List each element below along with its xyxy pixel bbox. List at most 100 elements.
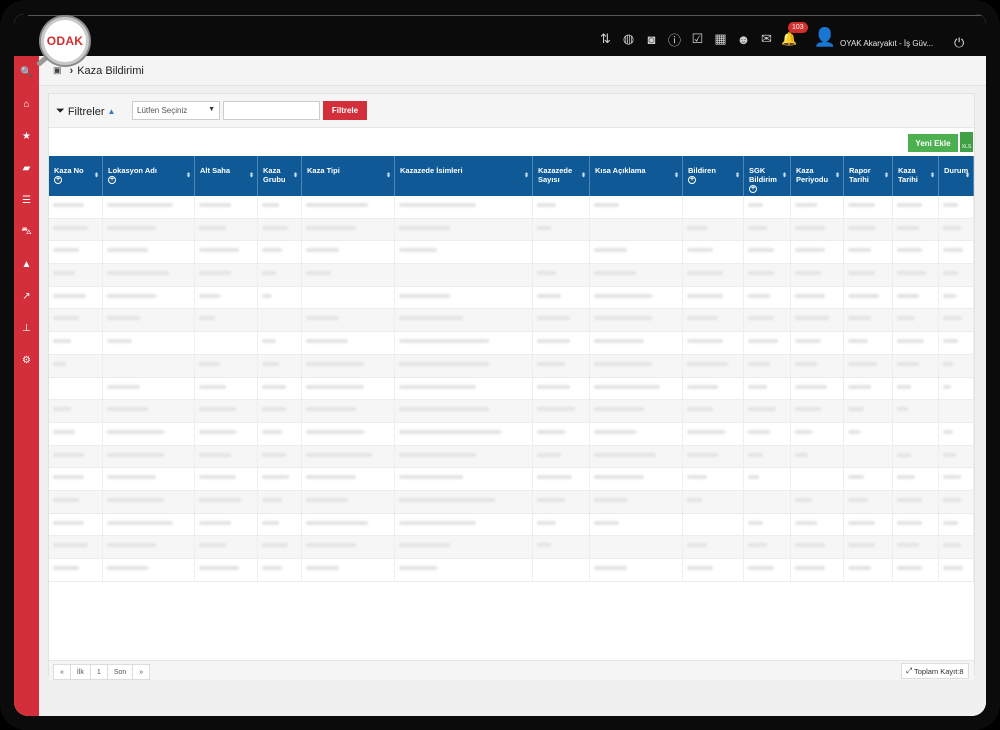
column-header[interactable]: Bildiren + ⬍ — [683, 156, 744, 196]
export-xls-icon[interactable]: XLS — [960, 132, 973, 152]
sort-icon[interactable]: ⬍ — [930, 172, 935, 181]
redacted-value — [53, 407, 71, 412]
globe-icon[interactable]: ◍ — [619, 30, 638, 49]
filter-select[interactable]: Lütfen Seçiniz ▼ — [132, 101, 220, 120]
sort-icon[interactable]: ⬍ — [835, 172, 840, 181]
settings-icon[interactable]: ⚙ — [14, 344, 39, 376]
sort-icon[interactable]: ⬍ — [735, 172, 740, 181]
table-row[interactable] — [49, 354, 974, 378]
star-icon[interactable]: ★ — [14, 120, 39, 152]
table-cell — [590, 196, 683, 218]
column-header[interactable]: Alt Saha ⬍ — [195, 156, 258, 196]
calendar-icon[interactable]: ▦ — [711, 30, 730, 49]
sort-icon[interactable]: ⬍ — [674, 172, 679, 181]
mail-icon[interactable]: ✉ — [757, 30, 776, 49]
plus-circle-icon[interactable]: + — [108, 176, 116, 184]
table-row[interactable] — [49, 422, 974, 446]
chart-icon[interactable]: ↗ — [14, 280, 39, 312]
info-icon[interactable]: ⓘ — [665, 30, 684, 49]
sort-icon[interactable]: ⬍ — [94, 172, 99, 181]
table-row[interactable] — [49, 559, 974, 582]
sort-icon[interactable]: ⬍ — [293, 172, 298, 181]
table-cell — [395, 196, 533, 218]
sort-icon[interactable]: ⬍ — [524, 172, 529, 181]
sort-icon[interactable]: ⬍ — [186, 172, 191, 181]
sort-icon[interactable]: ⬍ — [965, 172, 970, 181]
page-icon[interactable]: ▣ — [53, 65, 62, 76]
table-row[interactable] — [49, 400, 974, 423]
column-header[interactable]: Kaza Tipi ⬍ — [302, 156, 395, 196]
column-header[interactable]: Rapor Tarihi ⬍ — [844, 156, 893, 196]
table-row[interactable] — [49, 536, 974, 559]
page-prev-button[interactable]: İlk — [69, 664, 91, 680]
table-row[interactable] — [49, 513, 974, 537]
redacted-value — [594, 361, 652, 366]
add-new-button[interactable]: Yeni Ekle — [908, 134, 958, 152]
calendar-check-icon[interactable]: ☑ — [688, 30, 707, 49]
sort-icon[interactable]: ⬍ — [249, 172, 254, 181]
odak-logo[interactable]: ODAK — [41, 17, 89, 65]
table-cell — [939, 286, 974, 309]
search-icon[interactable]: 🔍 — [14, 56, 39, 88]
table-cell — [533, 400, 590, 422]
column-header[interactable]: Durum ⬍ — [939, 156, 974, 196]
sort-icon[interactable]: ⬍ — [884, 172, 889, 181]
book-icon[interactable]: ▰ — [14, 152, 39, 184]
table-row[interactable] — [49, 309, 974, 333]
table-cell — [791, 218, 844, 241]
page-last-button[interactable]: » — [132, 664, 151, 680]
power-icon[interactable]: ⏻ — [954, 35, 964, 51]
users-icon[interactable]: ☻ — [734, 30, 753, 49]
table-row[interactable] — [49, 264, 974, 287]
page-number-button[interactable]: 1 — [89, 664, 108, 680]
redacted-value — [537, 497, 565, 502]
plus-circle-icon[interactable]: + — [688, 176, 696, 184]
column-header[interactable]: Kaza No + ⬍ — [49, 156, 103, 196]
sort-icon[interactable]: ⬍ — [386, 172, 391, 181]
sort-icon[interactable]: ⬍ — [581, 172, 586, 181]
plus-circle-icon[interactable]: + — [54, 176, 62, 184]
table-row[interactable] — [49, 490, 974, 514]
sort-icon[interactable]: ⬍ — [782, 172, 787, 181]
table-cell — [258, 468, 302, 490]
camera-icon[interactable]: ◙ — [642, 30, 661, 49]
table-row[interactable] — [49, 196, 974, 219]
column-header[interactable]: Kaza Grubu ⬍ — [258, 156, 302, 196]
column-header[interactable]: Kaza Periyodu ⬍ — [791, 156, 844, 196]
page-next-button[interactable]: Son — [106, 664, 134, 680]
plus-circle-icon[interactable]: + — [749, 185, 757, 193]
total-records[interactable]: ⤢ Toplam Kayıt:8 — [901, 663, 969, 679]
filter-button[interactable]: Filtrele — [323, 101, 367, 120]
column-header[interactable]: Kazazede Sayısı ⬍ — [533, 156, 590, 196]
column-header[interactable]: Kazazede İsimleri ⬍ — [395, 156, 533, 196]
table-row[interactable] — [49, 241, 974, 265]
table-cell — [258, 264, 302, 286]
page-first-button[interactable]: « — [53, 664, 71, 680]
table-row[interactable] — [49, 377, 974, 401]
redacted-value — [199, 248, 239, 253]
redacted-value — [107, 339, 132, 344]
table-row[interactable] — [49, 286, 974, 310]
user-menu[interactable]: 👤 OYAK Akaryakıt - İş Güv... — [814, 26, 933, 48]
column-header[interactable]: Lokasyon Adı + ⬍ — [103, 156, 195, 196]
bell-icon[interactable]: 🔔 103 — [780, 21, 808, 49]
filter-toggle[interactable]: ⏷ Filtreler ▲ — [56, 105, 115, 118]
warning-icon[interactable]: ▲ — [14, 248, 39, 280]
column-header[interactable]: Kısa Açıklama ⬍ — [590, 156, 683, 196]
list-icon[interactable]: ☰ — [14, 184, 39, 216]
table-row[interactable] — [49, 445, 974, 469]
table-cell — [683, 354, 744, 377]
column-header[interactable]: SGK Bildirim + ⬍ — [744, 156, 791, 196]
home-icon[interactable]: ⌂ — [14, 88, 39, 120]
column-header[interactable]: Kaza Tarihi ⬍ — [893, 156, 939, 196]
table-row[interactable] — [49, 218, 974, 242]
table-row[interactable] — [49, 468, 974, 491]
table-cell — [258, 445, 302, 468]
table-row[interactable] — [49, 332, 974, 355]
car-icon[interactable]: ⛍ — [14, 216, 39, 248]
table-cell — [258, 332, 302, 354]
filter-search-input[interactable] — [223, 101, 320, 120]
table-cell — [49, 286, 103, 309]
sort-az-icon[interactable]: ⇅ — [596, 30, 615, 49]
sitemap-icon[interactable]: ⊥ — [14, 312, 39, 344]
